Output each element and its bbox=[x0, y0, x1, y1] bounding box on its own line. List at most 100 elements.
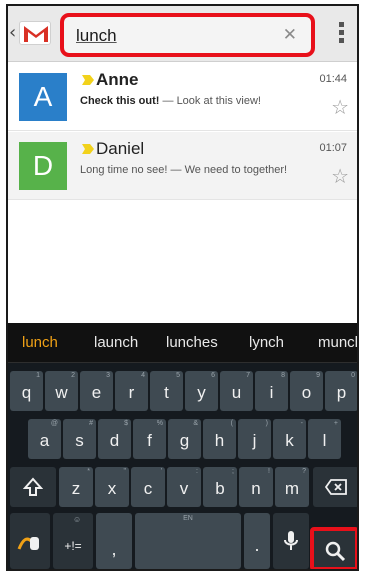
search-key[interactable] bbox=[310, 527, 357, 569]
star-icon[interactable]: ☆ bbox=[331, 166, 349, 186]
label-tag-icon bbox=[82, 144, 94, 154]
key-label: h bbox=[214, 431, 225, 450]
key-label: l bbox=[322, 431, 327, 450]
list-item[interactable]: A Anne 01:44 Check this out! — Look at t… bbox=[8, 63, 357, 131]
key-r[interactable]: 4r bbox=[115, 371, 148, 411]
key-label: a bbox=[39, 431, 50, 450]
key-label: w bbox=[55, 383, 68, 402]
sender-name: Anne bbox=[96, 70, 139, 89]
key-label: j bbox=[252, 431, 257, 450]
suggestion-item[interactable]: lynch bbox=[249, 334, 284, 351]
overflow-menu-icon[interactable] bbox=[337, 22, 345, 46]
key-label: t bbox=[164, 383, 169, 402]
space-key[interactable]: EN bbox=[135, 513, 241, 569]
suggestion-item[interactable]: lunch bbox=[22, 334, 58, 351]
key-y[interactable]: 6y bbox=[185, 371, 218, 411]
key-l[interactable]: + l bbox=[308, 419, 341, 459]
swype-key[interactable] bbox=[10, 513, 50, 569]
message-preview: — Look at this view! bbox=[159, 95, 261, 107]
key-label: d bbox=[109, 431, 120, 450]
key-k[interactable]: -k bbox=[273, 419, 306, 459]
key-label: q bbox=[21, 383, 32, 402]
key-hint: 4 bbox=[141, 372, 145, 379]
key-x[interactable]: " x bbox=[95, 467, 129, 507]
key-t[interactable]: 5t bbox=[150, 371, 183, 411]
suggestion-bar: lunch launch lunches lynch munch bbox=[8, 323, 357, 363]
message-preview: — We need to together! bbox=[167, 164, 288, 176]
key-hint: 9 bbox=[316, 372, 320, 379]
star-icon[interactable]: ☆ bbox=[331, 97, 349, 117]
key-label: o bbox=[301, 383, 312, 402]
key-j[interactable]: ) j bbox=[238, 419, 271, 459]
key-hint: 6 bbox=[211, 372, 215, 379]
phone-screen: ‹ lunch ✕ A Anne 01:44 Check this out! —… bbox=[6, 4, 359, 571]
search-query[interactable]: lunch bbox=[76, 26, 117, 46]
key-i[interactable]: 8i bbox=[255, 371, 288, 411]
backspace-key[interactable] bbox=[313, 467, 357, 507]
shift-key[interactable] bbox=[10, 467, 56, 507]
key-q[interactable]: 1q bbox=[10, 371, 43, 411]
suggestion-item[interactable]: launch bbox=[94, 334, 138, 351]
key-hint: 3 bbox=[106, 372, 110, 379]
key-label: c bbox=[143, 479, 153, 498]
message-subject: Long time no see! bbox=[80, 164, 168, 176]
period-key[interactable]: . bbox=[244, 513, 270, 569]
voice-input-key[interactable] bbox=[273, 513, 309, 569]
key-u[interactable]: 7u bbox=[220, 371, 253, 411]
key-d[interactable]: $ d bbox=[98, 419, 131, 459]
key-c[interactable]: ' c bbox=[131, 467, 165, 507]
key-g[interactable]: & g bbox=[168, 419, 201, 459]
gmail-logo-icon[interactable] bbox=[19, 21, 51, 45]
key-label: g bbox=[179, 431, 190, 450]
avatar[interactable]: D bbox=[19, 142, 67, 190]
list-item[interactable]: D Daniel 01:07 Long time no see! — We ne… bbox=[8, 132, 357, 200]
key-o[interactable]: 9o bbox=[290, 371, 323, 411]
comma-key[interactable]: , bbox=[96, 513, 132, 569]
space-key-hint: EN bbox=[183, 515, 193, 522]
key-s[interactable]: # s bbox=[63, 419, 96, 459]
key-hint: - bbox=[300, 420, 303, 427]
key-label: u bbox=[231, 383, 242, 402]
key-n[interactable]: ! n bbox=[239, 467, 273, 507]
symbols-key[interactable]: ☺ +!= bbox=[53, 513, 93, 569]
key-p[interactable]: 0p bbox=[325, 371, 357, 411]
action-bar: ‹ lunch ✕ bbox=[8, 6, 357, 62]
key-v[interactable]: :v bbox=[167, 467, 201, 507]
key-w[interactable]: 2w bbox=[45, 371, 78, 411]
key-hint: 7 bbox=[246, 372, 250, 379]
key-hint: * bbox=[87, 468, 90, 475]
key-b[interactable]: ; b bbox=[203, 467, 237, 507]
key-hint: : bbox=[196, 468, 198, 475]
key-label: e bbox=[91, 383, 102, 402]
avatar[interactable]: A bbox=[19, 73, 67, 121]
key-f[interactable]: % f bbox=[133, 419, 166, 459]
chevron-left-icon[interactable]: ‹ bbox=[9, 22, 16, 43]
key-label: r bbox=[128, 383, 135, 402]
key-hint: 1 bbox=[36, 372, 40, 379]
key-hint: & bbox=[193, 420, 198, 427]
key-a[interactable]: @ a bbox=[28, 419, 61, 459]
key-h[interactable]: (h bbox=[203, 419, 236, 459]
key-hint: 5 bbox=[176, 372, 180, 379]
key-label: k bbox=[285, 431, 294, 450]
search-input[interactable]: lunch ✕ bbox=[60, 13, 315, 57]
suggestion-item[interactable]: munch bbox=[318, 334, 357, 351]
key-z[interactable]: * z bbox=[59, 467, 93, 507]
key-label: y bbox=[197, 383, 206, 402]
shift-icon bbox=[23, 477, 43, 496]
key-e[interactable]: 3e bbox=[80, 371, 113, 411]
suggestion-item[interactable]: lunches bbox=[166, 334, 218, 351]
label-tag-icon bbox=[82, 75, 94, 85]
microphone-icon bbox=[284, 531, 298, 550]
symbols-key-label: +!= bbox=[64, 539, 82, 553]
key-hint: + bbox=[333, 420, 338, 427]
key-label: i bbox=[269, 383, 274, 402]
key-hint: ( bbox=[230, 420, 233, 427]
key-label: v bbox=[179, 479, 189, 498]
key-hint: ' bbox=[160, 468, 162, 475]
key-label: x bbox=[107, 479, 117, 498]
close-icon[interactable]: ✕ bbox=[283, 25, 297, 45]
key-m[interactable]: ? m bbox=[275, 467, 309, 507]
message-snippet: Check this out! — Look at this view! bbox=[80, 95, 330, 107]
key-hint: ? bbox=[302, 468, 306, 475]
